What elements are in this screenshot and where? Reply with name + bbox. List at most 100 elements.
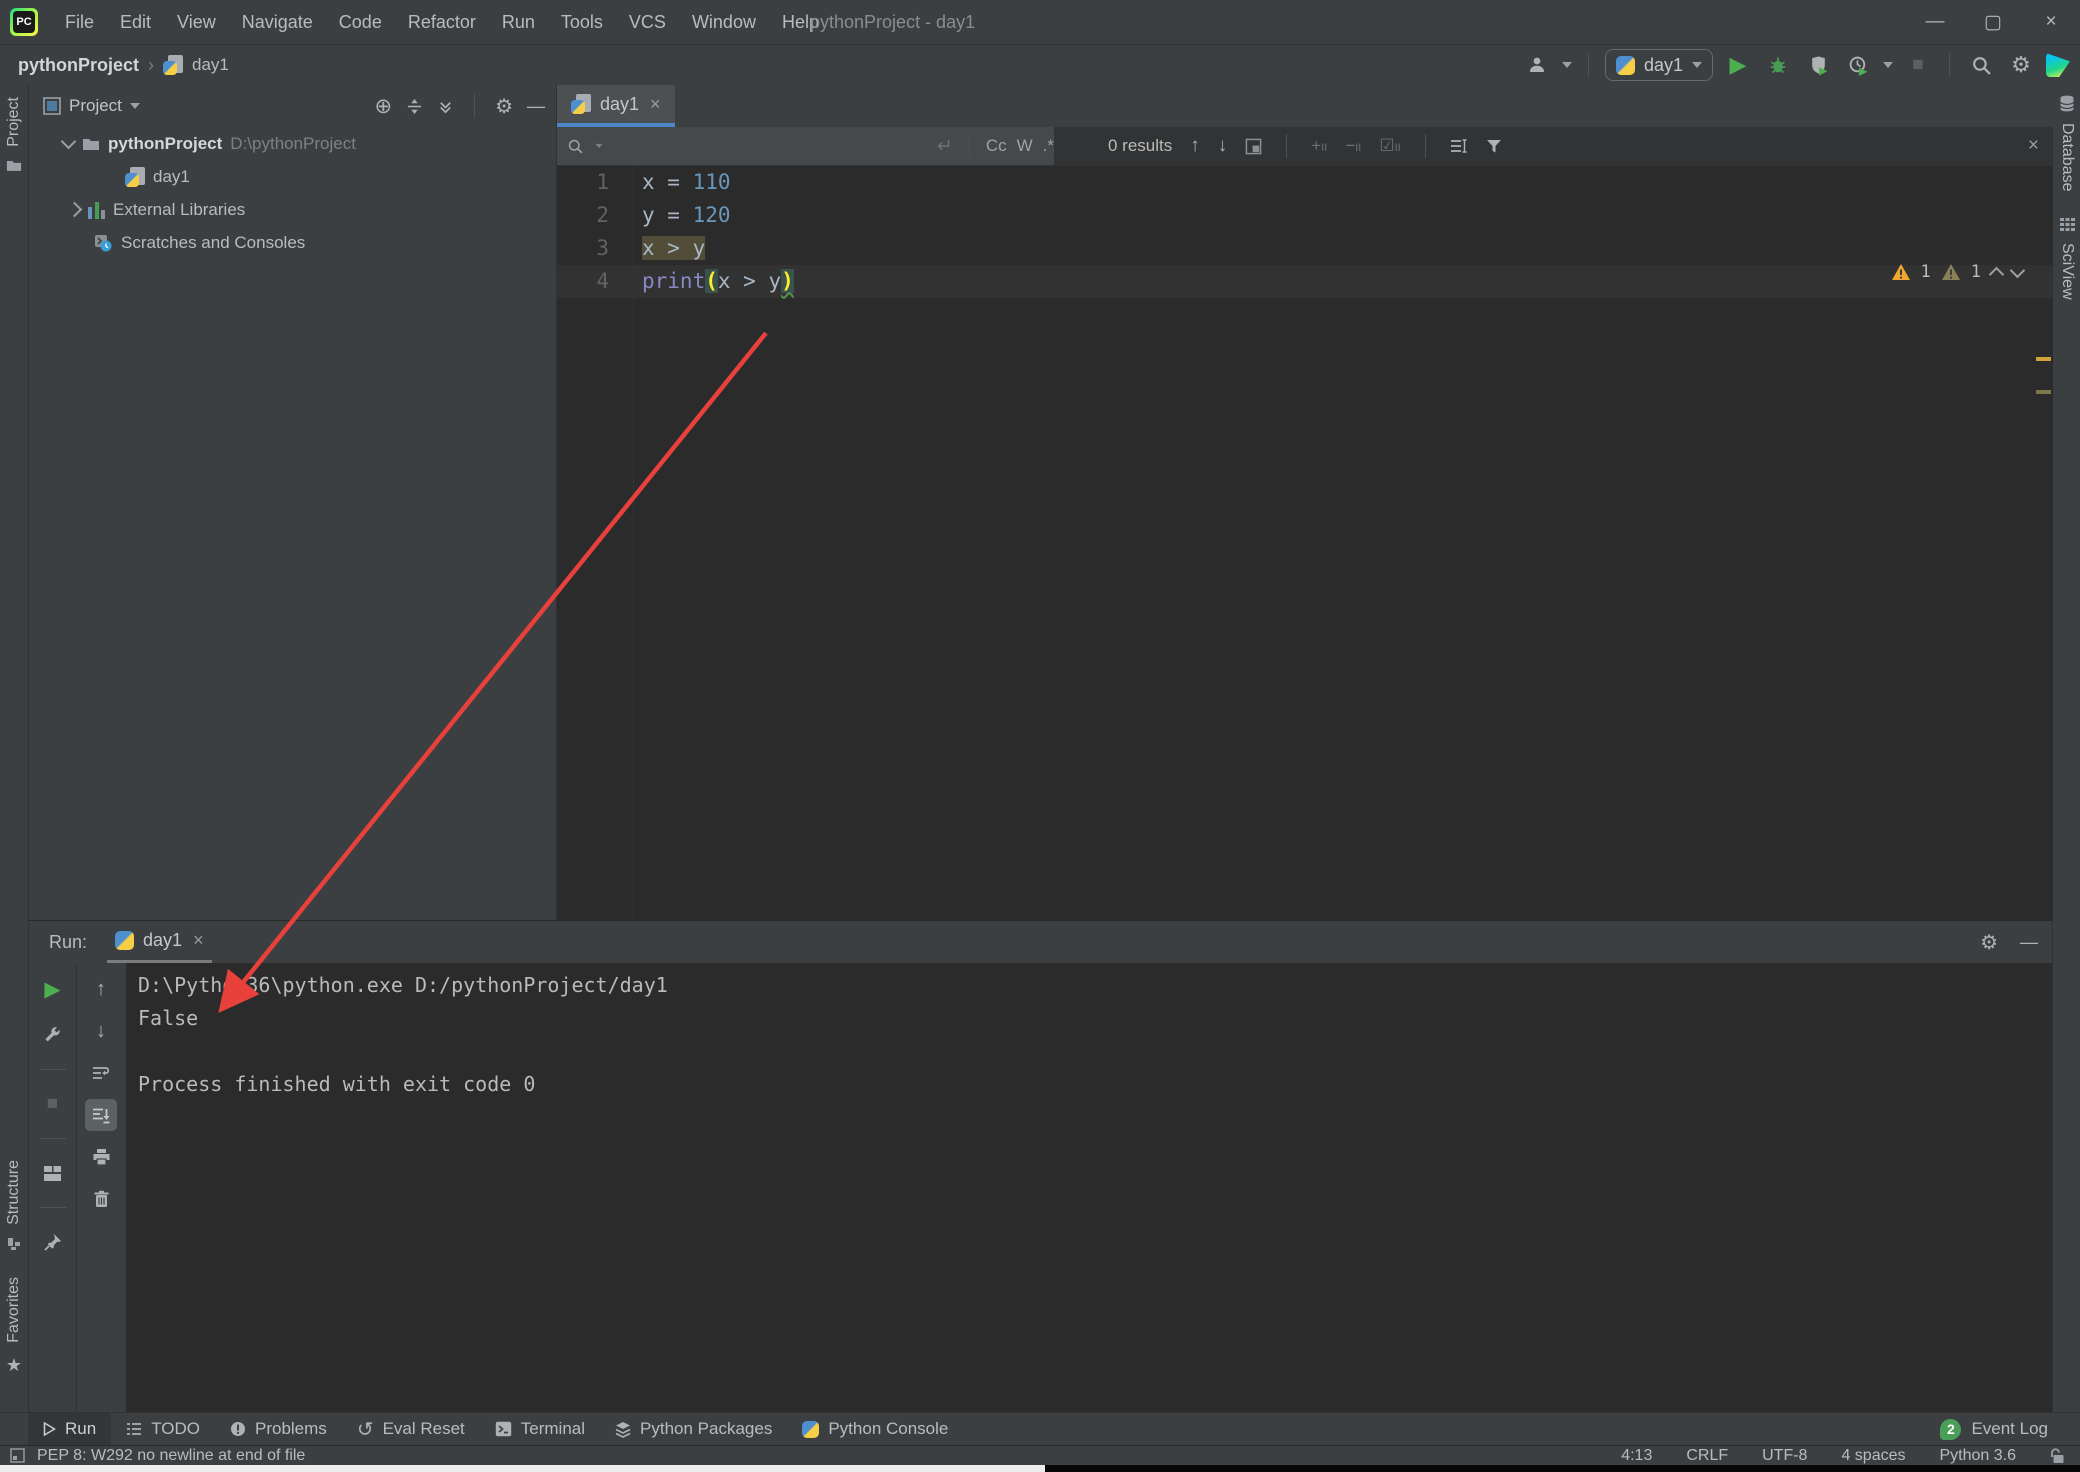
scroll-to-end-icon[interactable] bbox=[85, 1099, 117, 1131]
panel-settings-gear-icon[interactable]: ⚙ bbox=[495, 94, 513, 119]
tool-stripe-database[interactable]: Database bbox=[2058, 123, 2076, 192]
tree-item-external-libraries[interactable]: External Libraries bbox=[29, 193, 555, 226]
profiler-icon[interactable] bbox=[1843, 50, 1873, 80]
tool-stripe-structure[interactable]: Structure bbox=[5, 1160, 23, 1225]
file-encoding[interactable]: UTF-8 bbox=[1762, 1447, 1807, 1465]
toolbox-plugin-icon[interactable] bbox=[2046, 53, 2070, 77]
toolbar-python-console-button[interactable]: Python Console bbox=[787, 1413, 963, 1446]
event-log-button[interactable]: 2 Event Log bbox=[1940, 1418, 2048, 1440]
toolbar-run-button[interactable]: Run bbox=[28, 1412, 112, 1446]
rerun-button[interactable]: ▶ bbox=[37, 973, 69, 1005]
filter-lines-icon[interactable] bbox=[1450, 138, 1468, 154]
tree-item-scratches[interactable]: Scratches and Consoles bbox=[29, 226, 555, 259]
maximize-button[interactable]: ▢ bbox=[1964, 0, 2022, 44]
find-close-icon[interactable]: × bbox=[2028, 135, 2039, 157]
tab-close-icon[interactable]: × bbox=[650, 94, 661, 115]
tree-item-project-root[interactable]: pythonProject D:\pythonProject bbox=[29, 127, 555, 160]
hide-panel-icon[interactable]: — bbox=[527, 96, 545, 117]
menu-window[interactable]: Window bbox=[679, 0, 769, 44]
down-stack-trace-icon[interactable]: ↓ bbox=[85, 1015, 117, 1047]
run-button[interactable]: ▶ bbox=[1723, 50, 1753, 80]
unlocked-padlock-icon[interactable] bbox=[2050, 1447, 2064, 1464]
expand-collapse-icon[interactable] bbox=[406, 98, 423, 115]
tool-stripe-project[interactable]: Project bbox=[5, 97, 23, 147]
caret-position[interactable]: 4:13 bbox=[1621, 1447, 1652, 1465]
problems-icon bbox=[231, 1422, 245, 1436]
toolbar-eval-reset-button[interactable]: ↺ Eval Reset bbox=[342, 1413, 480, 1446]
project-view-dropdown-icon[interactable] bbox=[129, 103, 140, 109]
menu-refactor[interactable]: Refactor bbox=[395, 0, 489, 44]
menu-navigate[interactable]: Navigate bbox=[229, 0, 326, 44]
editor-tab-day1[interactable]: day1 × bbox=[557, 85, 675, 127]
breadcrumb-project[interactable]: pythonProject bbox=[18, 55, 139, 76]
run-configuration-select[interactable]: day1 bbox=[1604, 49, 1713, 81]
previous-occurrence-icon[interactable]: ↑ bbox=[1190, 135, 1200, 157]
python-interpreter[interactable]: Python 3.6 bbox=[1940, 1447, 2017, 1465]
menu-edit[interactable]: Edit bbox=[107, 0, 164, 44]
tool-stripe-sciview[interactable]: SciView bbox=[2058, 243, 2076, 300]
search-everywhere-icon[interactable] bbox=[1966, 50, 1996, 80]
hide-run-panel-icon[interactable]: — bbox=[2020, 932, 2038, 953]
next-occurrence-icon[interactable]: ↓ bbox=[1218, 135, 1228, 157]
chevron-expanded-icon[interactable] bbox=[60, 133, 77, 150]
toolbar-python-packages-button[interactable]: Python Packages bbox=[600, 1413, 787, 1446]
regex-toggle[interactable]: .* bbox=[1043, 136, 1054, 156]
menu-code[interactable]: Code bbox=[326, 0, 395, 44]
collapse-all-icon[interactable] bbox=[437, 98, 454, 115]
toolbar-todo-button[interactable]: TODO bbox=[111, 1413, 215, 1446]
pin-tab-icon[interactable] bbox=[37, 1226, 69, 1258]
run-tab-close-icon[interactable]: × bbox=[193, 930, 204, 951]
inspections-widget[interactable]: 1 1 bbox=[1891, 262, 2026, 282]
settings-gear-icon[interactable]: ⚙ bbox=[2006, 50, 2036, 80]
restore-layout-icon[interactable] bbox=[37, 1157, 69, 1189]
debug-icon[interactable] bbox=[1763, 50, 1793, 80]
line-separator[interactable]: CRLF bbox=[1686, 1447, 1728, 1465]
search-icon[interactable] bbox=[567, 138, 584, 155]
code-editor[interactable]: 1 x = 110 2 y = 120 3 x > y 4 print(x > … bbox=[557, 166, 2053, 921]
menu-run[interactable]: Run bbox=[489, 0, 548, 44]
project-panel-title[interactable]: Project bbox=[69, 96, 122, 116]
indent-style[interactable]: 4 spaces bbox=[1841, 1447, 1905, 1465]
whole-words-toggle[interactable]: W bbox=[1017, 136, 1033, 156]
toolbar-terminal-button[interactable]: Terminal bbox=[480, 1413, 600, 1446]
status-message[interactable]: PEP 8: W292 no newline at end of file bbox=[37, 1447, 305, 1465]
filter-funnel-icon[interactable] bbox=[1486, 138, 1502, 154]
tree-item-day1[interactable]: day1 bbox=[29, 160, 555, 193]
tool-stripe-favorites[interactable]: Favorites bbox=[5, 1277, 23, 1343]
up-stack-trace-icon[interactable]: ↑ bbox=[85, 973, 117, 1005]
run-console-output[interactable]: D:\Python36\python.exe D:/pythonProject/… bbox=[126, 963, 2052, 1412]
soft-wrap-icon[interactable] bbox=[85, 1057, 117, 1089]
find-input[interactable] bbox=[614, 132, 927, 160]
search-history-dropdown-icon[interactable] bbox=[595, 143, 603, 149]
print-icon[interactable] bbox=[85, 1141, 117, 1173]
menu-tools[interactable]: Tools bbox=[548, 0, 616, 44]
tool-window-toggle-icon[interactable] bbox=[10, 1448, 25, 1463]
previous-issue-icon[interactable] bbox=[1988, 266, 2005, 282]
editor-tab-label: day1 bbox=[600, 93, 640, 114]
coverage-icon[interactable] bbox=[1803, 50, 1833, 80]
taskbar-sliver-light bbox=[0, 1465, 1045, 1472]
chevron-collapsed-icon[interactable] bbox=[66, 201, 83, 218]
next-issue-icon[interactable] bbox=[2009, 262, 2026, 278]
user-dropdown-icon[interactable] bbox=[1561, 62, 1572, 68]
minimize-button[interactable]: — bbox=[1906, 0, 1964, 44]
scrollbar-weak-warning-mark[interactable] bbox=[2036, 390, 2051, 394]
select-all-occurrences-icon[interactable] bbox=[1245, 138, 1262, 155]
match-case-toggle[interactable]: Cc bbox=[986, 136, 1007, 156]
run-panel-settings-gear-icon[interactable]: ⚙ bbox=[1980, 930, 1998, 955]
clear-console-trash-icon[interactable] bbox=[85, 1183, 117, 1215]
breadcrumb-file[interactable]: day1 bbox=[192, 55, 229, 75]
menu-vcs[interactable]: VCS bbox=[616, 0, 679, 44]
run-tab-day1[interactable]: day1 × bbox=[107, 921, 212, 963]
profiler-dropdown-icon[interactable] bbox=[1883, 62, 1893, 68]
menu-view[interactable]: View bbox=[164, 0, 229, 44]
run-settings-wrench-icon[interactable] bbox=[37, 1019, 69, 1051]
scrollbar-warning-mark[interactable] bbox=[2036, 357, 2051, 361]
close-button[interactable]: × bbox=[2022, 0, 2080, 44]
code-line-4: 4 print(x > y) bbox=[557, 265, 2053, 298]
toolbar-problems-button[interactable]: Problems bbox=[215, 1413, 342, 1446]
locate-file-icon[interactable]: ⊕ bbox=[374, 94, 392, 119]
menu-file[interactable]: File bbox=[52, 0, 107, 44]
user-icon[interactable] bbox=[1522, 50, 1552, 80]
newline-icon[interactable]: ↵ bbox=[937, 135, 953, 158]
